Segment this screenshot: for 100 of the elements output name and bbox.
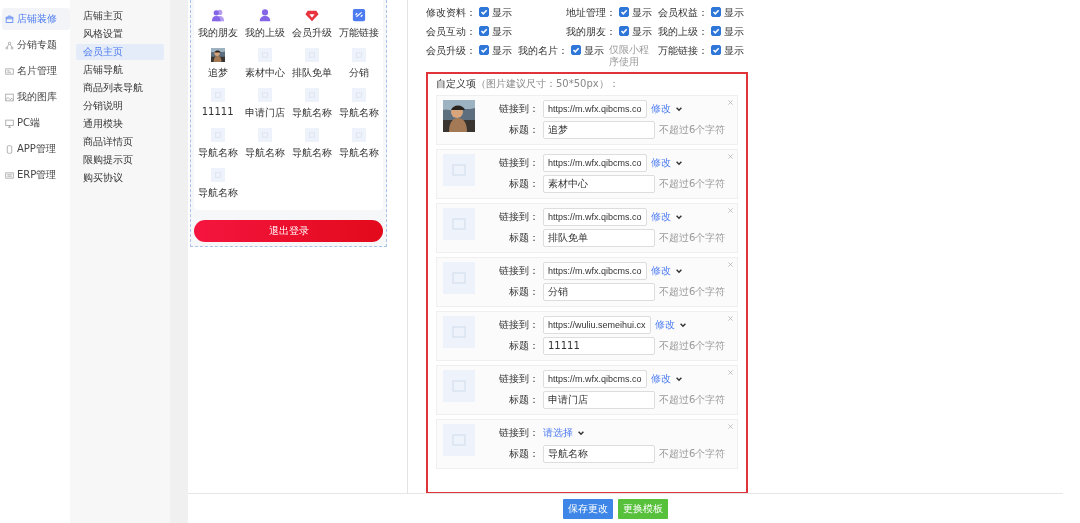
toggle-label: 会员互动： bbox=[426, 25, 476, 39]
nav-label[interactable]: 导航名称 bbox=[292, 106, 333, 120]
title-field[interactable]: 导航名称 bbox=[543, 445, 655, 463]
edit-link[interactable]: 修改 bbox=[650, 156, 671, 170]
image-placeholder-icon bbox=[305, 48, 320, 62]
edit-link[interactable]: 修改 bbox=[650, 102, 671, 116]
sidebar-item[interactable]: ERP管理 bbox=[2, 164, 70, 186]
title-field[interactable]: 分销 bbox=[543, 283, 655, 301]
nav-label[interactable]: 导航名称 bbox=[197, 146, 238, 160]
hint-text: （图片建议尺寸：50*50px）： bbox=[476, 78, 619, 89]
submenu-item[interactable]: 购买协议 bbox=[76, 170, 164, 186]
submenu-item[interactable]: 商品详情页 bbox=[76, 134, 164, 150]
field-label: 链接到： bbox=[499, 372, 539, 386]
checkbox[interactable] bbox=[619, 7, 629, 17]
checkbox[interactable] bbox=[479, 26, 489, 36]
save-button[interactable]: 保存更改 bbox=[563, 498, 613, 519]
submenu-item[interactable]: 店铺主页 bbox=[76, 8, 164, 24]
title-field[interactable]: 素材中心 bbox=[543, 175, 655, 193]
checkbox-label: 显示 bbox=[632, 25, 652, 39]
link-field[interactable]: https://m.wfx.qibcms.co bbox=[543, 370, 647, 388]
link-field[interactable]: https://m.wfx.qibcms.co bbox=[543, 154, 647, 172]
nav-label[interactable]: 会员升级 bbox=[292, 26, 333, 40]
chevron-down-icon[interactable] bbox=[678, 321, 687, 329]
nav-label[interactable]: 导航名称 bbox=[292, 146, 333, 160]
nav-label[interactable]: 万能链接 bbox=[339, 26, 380, 40]
nav-label[interactable]: 11111 bbox=[201, 106, 234, 117]
submenu-item[interactable]: 商品列表导航 bbox=[76, 80, 164, 96]
image-placeholder-icon bbox=[352, 128, 367, 142]
sidebar-item[interactable]: 名片管理 bbox=[2, 60, 70, 82]
nav-label[interactable]: 导航名称 bbox=[339, 106, 380, 120]
nav-label[interactable]: 我的朋友 bbox=[197, 26, 238, 40]
link-icon bbox=[352, 8, 367, 22]
edit-link[interactable]: 修改 bbox=[650, 264, 671, 278]
section-title: 自定义项 bbox=[436, 78, 476, 89]
field-label: 链接到： bbox=[499, 318, 539, 332]
nav-label[interactable]: 素材中心 bbox=[244, 66, 285, 80]
title-field[interactable]: 追梦 bbox=[543, 121, 655, 139]
nav-label[interactable]: 导航名称 bbox=[197, 186, 238, 200]
link-field[interactable]: https://wuliu.semeihui.cx bbox=[543, 316, 651, 334]
checkbox-label: 显示 bbox=[492, 44, 512, 58]
nav-label[interactable]: 导航名称 bbox=[339, 146, 380, 160]
title-field[interactable]: 排队免单 bbox=[543, 229, 655, 247]
network-icon bbox=[5, 40, 14, 50]
submenu-item[interactable]: 通用模块 bbox=[76, 116, 164, 132]
nav-label[interactable]: 申请门店 bbox=[244, 106, 285, 120]
submenu-item[interactable]: 限购提示页 bbox=[76, 152, 164, 168]
image-placeholder-icon bbox=[257, 48, 272, 62]
link-field[interactable]: https://m.wfx.qibcms.co bbox=[543, 100, 647, 118]
checkbox[interactable] bbox=[619, 26, 629, 36]
hint-text: 不超过6个字符 bbox=[659, 339, 726, 353]
checkbox[interactable] bbox=[479, 7, 489, 17]
nav-label[interactable]: 排队免单 bbox=[292, 66, 333, 80]
nav-label[interactable]: 分销 bbox=[349, 66, 370, 80]
nav-label[interactable]: 导航名称 bbox=[244, 146, 285, 160]
sidebar-item[interactable]: 店铺装修 bbox=[2, 8, 70, 30]
edit-link[interactable]: 修改 bbox=[654, 318, 675, 332]
sidebar-item[interactable]: APP管理 bbox=[2, 138, 70, 160]
sidebar-item[interactable]: 分销专题 bbox=[2, 34, 70, 56]
chevron-down-icon[interactable] bbox=[674, 159, 683, 167]
checkbox[interactable] bbox=[711, 45, 721, 55]
nav-label[interactable]: 我的上级 bbox=[244, 26, 285, 40]
field-label: 链接到： bbox=[499, 264, 539, 278]
sidebar-item[interactable]: 我的图库 bbox=[2, 86, 70, 108]
field-label: 标题： bbox=[508, 231, 539, 245]
submenu-item[interactable]: 店铺导航 bbox=[76, 62, 164, 78]
logout-button[interactable]: 退出登录 bbox=[194, 220, 383, 242]
title-field[interactable]: 11111 bbox=[543, 337, 655, 355]
field-label: 链接到： bbox=[499, 426, 539, 440]
phone-icon bbox=[5, 144, 14, 154]
image-placeholder-icon bbox=[257, 128, 272, 142]
chevron-down-icon[interactable] bbox=[674, 105, 683, 113]
checkbox[interactable] bbox=[479, 45, 489, 55]
edit-link[interactable]: 修改 bbox=[650, 210, 671, 224]
note-text: 仅限小程序使用 bbox=[609, 44, 650, 68]
checkbox-label: 显示 bbox=[632, 6, 652, 20]
chevron-down-icon[interactable] bbox=[674, 213, 683, 221]
checkbox-label: 显示 bbox=[724, 44, 744, 58]
chevron-down-icon[interactable] bbox=[577, 429, 585, 437]
toggle-label: 我的上级： bbox=[658, 25, 708, 39]
submenu-item[interactable]: 风格设置 bbox=[76, 26, 164, 42]
hint-text: 不超过6个字符 bbox=[659, 447, 726, 461]
checkbox[interactable] bbox=[571, 45, 581, 55]
edit-link[interactable]: 修改 bbox=[650, 372, 671, 386]
checkbox[interactable] bbox=[711, 26, 721, 36]
hint-text: 不超过6个字符 bbox=[659, 285, 726, 299]
image-placeholder-icon bbox=[210, 168, 225, 182]
checkbox-label: 显示 bbox=[492, 6, 512, 20]
monitor-icon bbox=[5, 118, 14, 128]
submenu-item[interactable]: 分销说明 bbox=[76, 98, 164, 114]
chevron-down-icon[interactable] bbox=[674, 267, 683, 275]
checkbox[interactable] bbox=[711, 7, 721, 17]
title-field[interactable]: 申请门店 bbox=[543, 391, 655, 409]
user-icon bbox=[257, 8, 272, 22]
choose-link[interactable]: 请选择 bbox=[543, 426, 573, 440]
link-field[interactable]: https://m.wfx.qibcms.co bbox=[543, 262, 647, 280]
nav-label[interactable]: 追梦 bbox=[207, 66, 228, 80]
checkbox-label: 显示 bbox=[492, 25, 512, 39]
chevron-down-icon[interactable] bbox=[674, 375, 683, 383]
sidebar-item[interactable]: PC端 bbox=[2, 112, 70, 134]
link-field[interactable]: https://m.wfx.qibcms.co bbox=[543, 208, 647, 226]
